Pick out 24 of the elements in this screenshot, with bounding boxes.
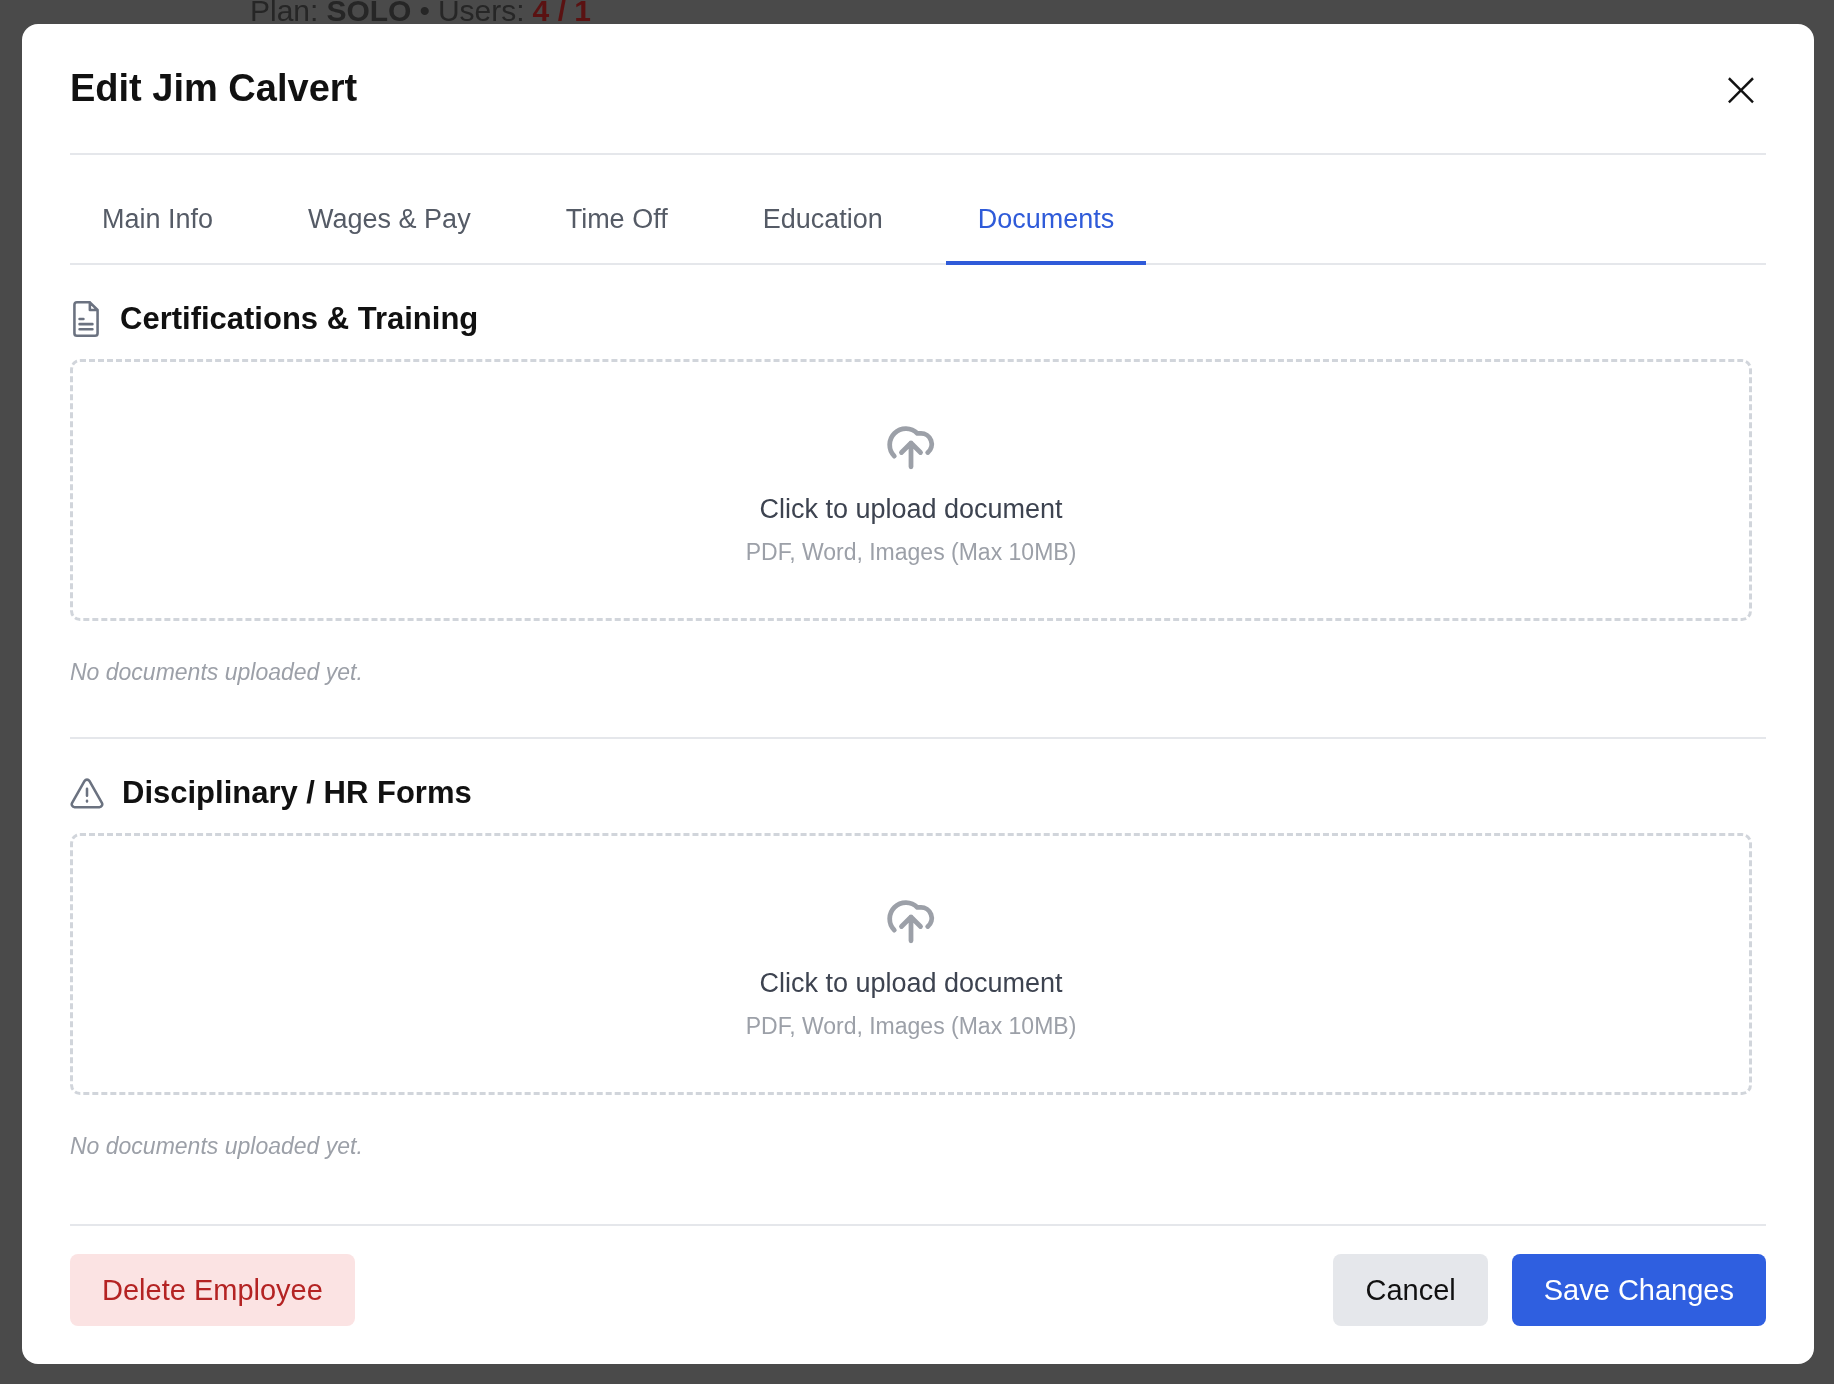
- separator-dot: •: [419, 0, 430, 28]
- upload-dropzone[interactable]: Click to upload document PDF, Word, Images (Max 10MB): [70, 359, 1752, 621]
- upload-hint: PDF, Word, Images (Max 10MB): [745, 1013, 1077, 1040]
- document-icon: [70, 301, 102, 337]
- upload-label: Click to upload document: [759, 968, 1063, 999]
- upload-dropzone[interactable]: Click to upload document PDF, Word, Images (Max 10MB): [70, 833, 1752, 1095]
- tab[interactable]: Main Info: [70, 199, 246, 265]
- warning-icon: [70, 777, 104, 809]
- cancel-button[interactable]: Cancel: [1333, 1254, 1488, 1326]
- upload-label: Click to upload document: [759, 494, 1063, 525]
- close-button[interactable]: ×: [1716, 68, 1766, 109]
- empty-message: No documents uploaded yet.: [70, 1133, 364, 1160]
- tab[interactable]: Wages & Pay: [276, 199, 503, 265]
- dialog-title: Edit Jim Calvert: [70, 67, 358, 110]
- tab[interactable]: Time Off: [533, 199, 700, 265]
- save-button[interactable]: Save Changes: [1511, 1254, 1766, 1326]
- tab[interactable]: Education: [730, 199, 915, 265]
- empty-message: No documents uploaded yet.: [70, 659, 364, 686]
- section-title: Certifications & Training: [120, 301, 479, 337]
- delete-button[interactable]: Delete Employee: [70, 1254, 355, 1326]
- users-count: 4 / 1: [532, 0, 591, 28]
- tab[interactable]: Documents: [945, 199, 1147, 265]
- upload-hint: PDF, Word, Images (Max 10MB): [745, 539, 1077, 566]
- section-title: Disciplinary / HR Forms: [122, 775, 472, 811]
